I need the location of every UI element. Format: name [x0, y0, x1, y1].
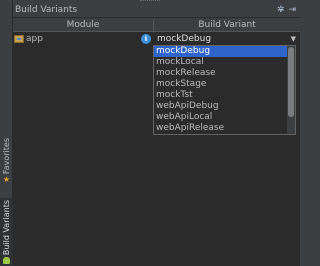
dropdown-option[interactable]: mockDebug — [154, 46, 288, 57]
scrollbar-thumb[interactable] — [288, 47, 294, 117]
hide-panel-icon[interactable]: ⇥ — [288, 5, 296, 15]
dropdown-option[interactable]: webApiDebug — [154, 101, 288, 112]
android-icon — [3, 257, 10, 265]
build-variant-dropdown: mockDebug mockLocal mockRelease mockStag… — [153, 45, 296, 135]
folder-icon — [14, 35, 24, 43]
left-tool-strip: ★ Favorites Build Variants — [0, 0, 13, 266]
panel-header-actions: ✲▾ ⇥ — [277, 5, 296, 15]
dropdown-option[interactable]: webApiLocal — [154, 112, 288, 123]
dropdown-option[interactable]: mockRelease — [154, 68, 288, 79]
build-variants-tab-label: Build Variants — [2, 199, 11, 256]
favorites-tab-label: Favorites — [2, 137, 11, 175]
dropdown-scrollbar[interactable] — [287, 46, 295, 134]
dropdown-option[interactable]: mockTst — [154, 90, 288, 101]
dropdown-option[interactable]: webApiRelease — [154, 123, 288, 134]
build-variants-tab[interactable]: Build Variants — [0, 198, 13, 266]
module-name: app — [26, 34, 43, 44]
info-icon[interactable]: i — [141, 34, 151, 44]
favorites-tab[interactable]: ★ Favorites — [0, 128, 13, 194]
settings-button[interactable]: ✲▾ — [277, 5, 285, 15]
dropdown-option[interactable]: mockStage — [154, 79, 288, 90]
column-header-build-variant[interactable]: Build Variant — [153, 19, 300, 32]
star-icon: ★ — [2, 175, 11, 185]
panel-header: Build Variants ✲▾ ⇥ — [13, 3, 300, 18]
dropdown-list: mockDebug mockLocal mockRelease mockStag… — [154, 46, 288, 134]
dropdown-option[interactable]: mockLocal — [154, 57, 288, 68]
panel-title: Build Variants — [15, 5, 78, 15]
column-header-module[interactable]: Module — [13, 19, 153, 32]
table-header: Module Build Variant — [13, 19, 300, 32]
